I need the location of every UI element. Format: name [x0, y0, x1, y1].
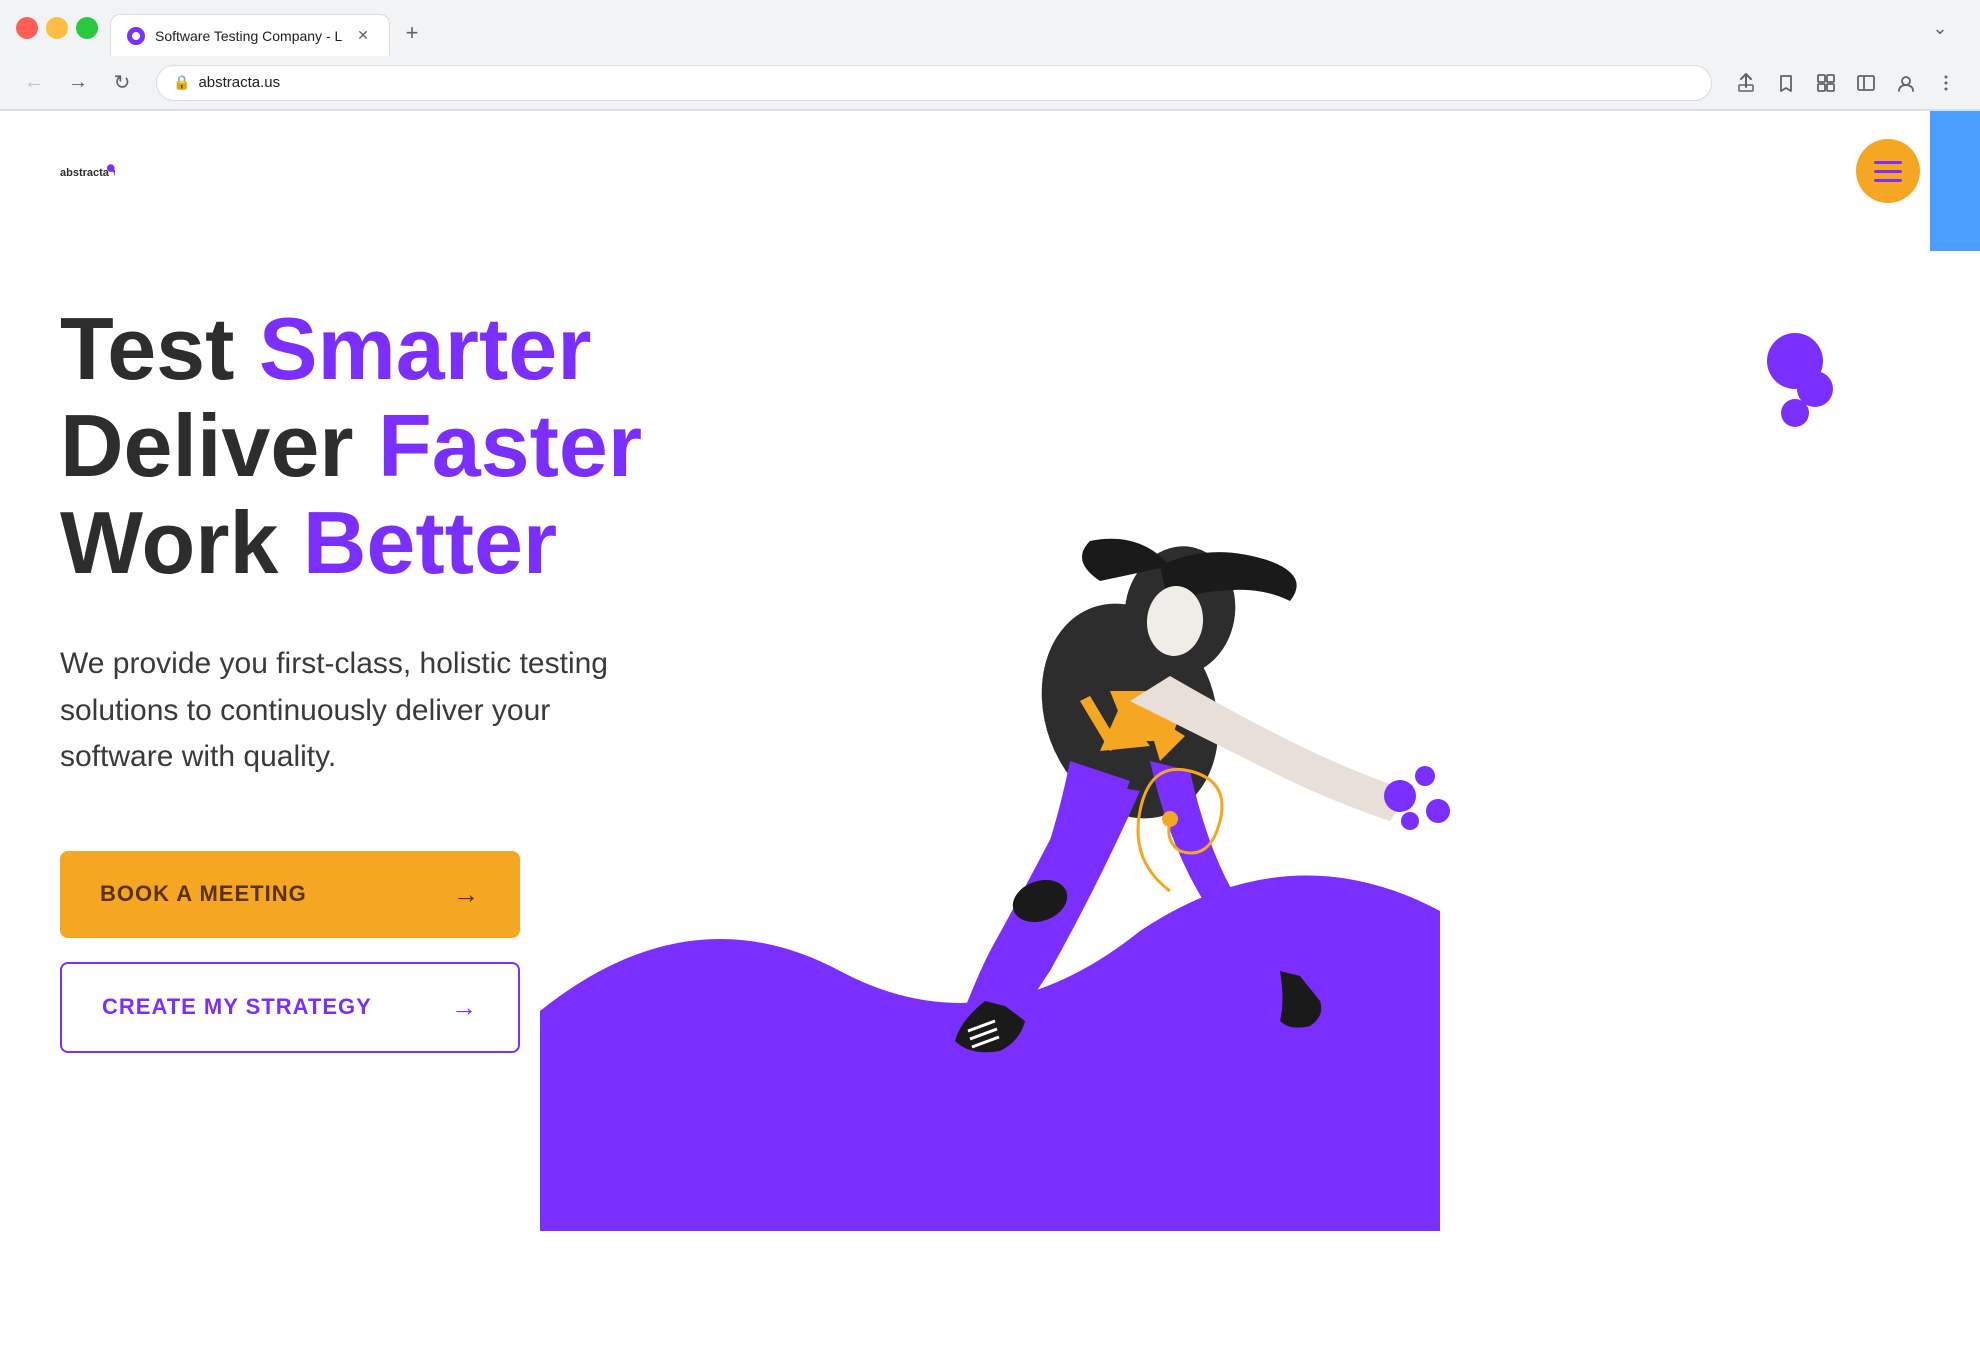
extensions-button[interactable]: [1808, 65, 1844, 101]
svg-text:abstracta: abstracta: [60, 167, 110, 179]
headline-line-3: Work Better: [60, 495, 740, 592]
headline-line3-purple: Better: [303, 493, 557, 592]
book-meeting-label: BOOK A MEETING: [100, 881, 307, 907]
logo-mark-illustration: [1750, 331, 1840, 431]
security-lock-icon: 🔒: [173, 74, 190, 91]
hamburger-line-3: [1874, 179, 1902, 182]
browser-titlebar: Software Testing Company - L ✕ + ⌄: [0, 0, 1980, 56]
create-strategy-arrow: →: [451, 992, 478, 1023]
profile-button[interactable]: [1888, 65, 1924, 101]
address-bar[interactable]: 🔒 abstracta.us: [156, 65, 1712, 101]
tab-strip-chevron[interactable]: ⌄: [1924, 12, 1956, 44]
runner-illustration: [790, 511, 1470, 1091]
headline-line-2: Deliver Faster: [60, 398, 740, 495]
reload-button[interactable]: ↻: [104, 65, 140, 101]
hero-section: Test Smarter Deliver Faster Work Better …: [0, 211, 1980, 1371]
tab-title: Software Testing Company - L: [155, 28, 343, 44]
hero-headline: Test Smarter Deliver Faster Work Better: [60, 301, 740, 591]
url-text: abstracta.us: [198, 74, 1695, 91]
headline-line1-normal: Test: [60, 299, 259, 398]
forward-button[interactable]: →: [60, 65, 96, 101]
abstracta-logo[interactable]: abstracta: [60, 144, 115, 199]
site-header: abstracta: [0, 111, 1980, 231]
book-meeting-arrow: →: [453, 879, 480, 910]
hero-description: We provide you first-class, holistic tes…: [60, 641, 640, 781]
headline-line3-normal: Work: [60, 493, 303, 592]
create-strategy-label: CREATE MY STRATEGY: [102, 994, 372, 1020]
tab-favicon: [127, 27, 145, 45]
back-button[interactable]: ←: [16, 65, 52, 101]
toolbar-actions: [1728, 65, 1964, 101]
hamburger-line-1: [1874, 161, 1902, 164]
active-tab[interactable]: Software Testing Company - L ✕: [110, 14, 390, 56]
website-content: abstracta Test Smarter: [0, 111, 1980, 1371]
create-strategy-button[interactable]: CREATE MY STRATEGY →: [60, 962, 520, 1053]
hero-illustration: [740, 271, 1920, 1171]
share-button[interactable]: [1728, 65, 1764, 101]
headline-line-1: Test Smarter: [60, 301, 740, 398]
browser-toolbar: ← → ↻ 🔒 abstracta.us: [0, 56, 1980, 110]
minimize-traffic-light[interactable]: [46, 17, 68, 39]
bookmark-button[interactable]: [1768, 65, 1804, 101]
close-traffic-light[interactable]: [16, 17, 38, 39]
traffic-lights: [16, 17, 98, 39]
hamburger-menu-button[interactable]: [1856, 139, 1920, 203]
headline-line2-normal: Deliver: [60, 396, 378, 495]
book-meeting-button[interactable]: BOOK A MEETING →: [60, 851, 520, 938]
headline-line1-purple: Smarter: [259, 299, 592, 398]
logo-container: abstracta: [60, 144, 115, 199]
cta-buttons: BOOK A MEETING → CREATE MY STRATEGY →: [60, 851, 520, 1053]
tabs-right-controls: ⌄: [1924, 12, 1964, 44]
browser-chrome: Software Testing Company - L ✕ + ⌄ ← → ↻…: [0, 0, 1980, 111]
browser-tabs: Software Testing Company - L ✕ +: [110, 0, 1912, 56]
more-options-button[interactable]: [1928, 65, 1964, 101]
sidebar-button[interactable]: [1848, 65, 1884, 101]
headline-line2-purple: Faster: [378, 396, 642, 495]
tab-close-button[interactable]: ✕: [353, 26, 373, 46]
hamburger-line-2: [1874, 170, 1902, 173]
maximize-traffic-light[interactable]: [76, 17, 98, 39]
new-tab-button[interactable]: +: [394, 15, 430, 51]
